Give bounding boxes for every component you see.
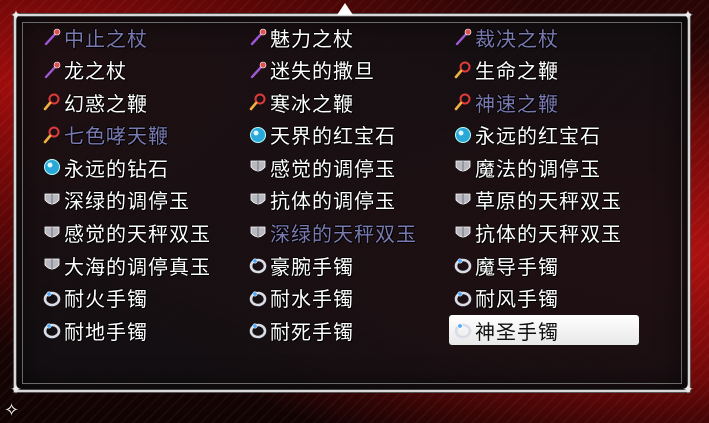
inventory-item[interactable]: 生命之鞭: [449, 55, 654, 85]
bracelet-icon: [42, 288, 62, 308]
inventory-item[interactable]: 永远的钻石: [38, 152, 244, 182]
staff-icon: [42, 60, 62, 80]
item-label: 永远的红宝石: [475, 124, 601, 149]
inventory-item[interactable]: 草原的天秤双玉: [449, 185, 654, 215]
item-label: 感觉的调停玉: [270, 156, 396, 181]
item-label: 龙之杖: [64, 59, 127, 84]
item-label: 寒冰之鞭: [270, 91, 354, 116]
whip-icon: [248, 92, 268, 112]
item-label: 抗体的天秤双玉: [475, 222, 622, 247]
corner-ornament-icon: ✦: [10, 382, 22, 398]
inventory-item[interactable]: 耐火手镯: [38, 283, 244, 313]
inventory-item[interactable]: 天界的红宝石: [244, 120, 449, 150]
gem-icon: [248, 125, 268, 145]
item-label: 迷失的撒旦: [270, 59, 375, 84]
jade-icon: [248, 223, 268, 243]
staff-icon: [453, 27, 473, 47]
inventory-item[interactable]: 七色哮天鞭: [38, 120, 244, 150]
item-label: 魔导手镯: [475, 254, 559, 279]
corner-ornament-icon: ✦: [682, 382, 694, 398]
corner-ornament-icon: ✦: [10, 8, 22, 24]
inventory-item[interactable]: 抗体的天秤双玉: [449, 218, 654, 248]
item-label: 魔法的调停玉: [475, 156, 601, 181]
bracelet-icon: [42, 320, 62, 340]
item-label: 七色哮天鞭: [64, 124, 169, 149]
inventory-item[interactable]: 神圣手镯: [449, 315, 639, 346]
inventory-item[interactable]: 豪腕手镯: [244, 250, 449, 280]
gem-icon: [453, 125, 473, 145]
item-label: 神圣手镯: [475, 319, 559, 344]
inventory-item[interactable]: 深绿的调停玉: [38, 185, 244, 215]
item-label: 耐地手镯: [64, 319, 148, 344]
item-label: 耐风手镯: [475, 287, 559, 312]
item-label: 豪腕手镯: [270, 254, 354, 279]
whip-icon: [42, 92, 62, 112]
jade-icon: [248, 190, 268, 210]
item-label: 永远的钻石: [64, 156, 169, 181]
inventory-item[interactable]: 耐地手镯: [38, 315, 244, 345]
inventory-item[interactable]: 龙之杖: [38, 55, 244, 85]
item-label: 深绿的调停玉: [64, 189, 190, 214]
inventory-item[interactable]: 耐风手镯: [449, 283, 654, 313]
item-label: 神速之鞭: [475, 91, 559, 116]
item-label: 耐死手镯: [270, 319, 354, 344]
jade-icon: [248, 157, 268, 177]
bracelet-icon: [248, 320, 268, 340]
inventory-item[interactable]: 魅力之杖: [244, 22, 449, 52]
jade-icon: [42, 190, 62, 210]
whip-icon: [453, 92, 473, 112]
inventory-item[interactable]: 裁决之杖: [449, 22, 654, 52]
inventory-item[interactable]: 感觉的调停玉: [244, 152, 449, 182]
inventory-item[interactable]: 魔法的调停玉: [449, 152, 654, 182]
item-label: 草原的天秤双玉: [475, 189, 622, 214]
inventory-item[interactable]: 中止之杖: [38, 22, 244, 52]
jade-icon: [453, 190, 473, 210]
item-label: 生命之鞭: [475, 59, 559, 84]
whip-icon: [42, 125, 62, 145]
item-label: 天界的红宝石: [270, 124, 396, 149]
bracelet-icon: [453, 255, 473, 275]
item-label: 魅力之杖: [270, 26, 354, 51]
item-label: 耐火手镯: [64, 287, 148, 312]
bracelet-icon: [248, 255, 268, 275]
jade-icon: [42, 223, 62, 243]
sparkle-icon: ✧: [4, 400, 20, 421]
scroll-up-arrow-icon[interactable]: [337, 3, 353, 15]
inventory-item[interactable]: 感觉的天秤双玉: [38, 218, 244, 248]
item-label: 幻惑之鞭: [64, 91, 148, 116]
item-label: 感觉的天秤双玉: [64, 222, 211, 247]
jade-icon: [453, 223, 473, 243]
inventory-item[interactable]: 深绿的天秤双玉: [244, 218, 449, 248]
gem-icon: [42, 157, 62, 177]
jade-icon: [42, 255, 62, 275]
item-label: 抗体的调停玉: [270, 189, 396, 214]
inventory-item[interactable]: 迷失的撒旦: [244, 55, 449, 85]
staff-icon: [248, 60, 268, 80]
corner-ornament-icon: ✦: [682, 8, 694, 24]
bracelet-icon: [453, 320, 473, 340]
bracelet-icon: [453, 288, 473, 308]
item-grid: 中止之杖 魅力之杖 裁决之杖龙之杖 迷失的撒旦 生命之鞭幻惑之鞭 寒冰之鞭 神速之鞭七色哮天…: [38, 22, 654, 348]
inventory-item[interactable]: 永远的红宝石: [449, 120, 654, 150]
item-label: 大海的调停真玉: [64, 254, 211, 279]
inventory-item[interactable]: 耐死手镯: [244, 315, 449, 345]
inventory-item[interactable]: 神速之鞭: [449, 87, 654, 117]
item-label: 耐水手镯: [270, 287, 354, 312]
inventory-item[interactable]: 幻惑之鞭: [38, 87, 244, 117]
item-label: 裁决之杖: [475, 26, 559, 51]
staff-icon: [42, 27, 62, 47]
item-label: 深绿的天秤双玉: [270, 222, 417, 247]
jade-icon: [453, 157, 473, 177]
inventory-item[interactable]: 魔导手镯: [449, 250, 654, 280]
staff-icon: [248, 27, 268, 47]
item-label: 中止之杖: [64, 26, 148, 51]
whip-icon: [453, 60, 473, 80]
inventory-item[interactable]: 耐水手镯: [244, 283, 449, 313]
bracelet-icon: [248, 288, 268, 308]
inventory-item[interactable]: 大海的调停真玉: [38, 250, 244, 280]
inventory-item[interactable]: 抗体的调停玉: [244, 185, 449, 215]
inventory-item[interactable]: 寒冰之鞭: [244, 87, 449, 117]
